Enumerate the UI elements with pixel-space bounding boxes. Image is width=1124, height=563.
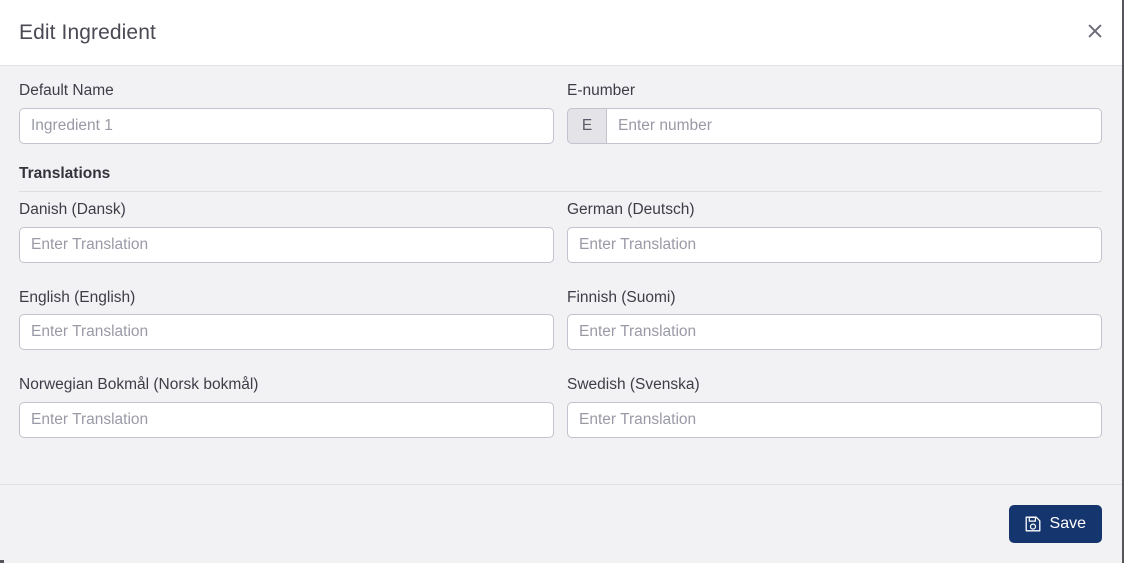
row-translation-1: Danish (Dansk) German (Deutsch) bbox=[19, 201, 1102, 263]
translation-input-finnish[interactable] bbox=[567, 314, 1102, 351]
close-icon-glyph bbox=[1088, 24, 1102, 38]
floppy-disk-icon bbox=[1025, 516, 1040, 532]
save-button-label: Save bbox=[1049, 515, 1086, 532]
close-icon[interactable] bbox=[1084, 20, 1106, 42]
translations-divider bbox=[19, 191, 1102, 193]
dialog-title: Edit Ingredient bbox=[19, 21, 156, 44]
enumber-input[interactable] bbox=[606, 107, 1102, 144]
default-name-label: Default Name bbox=[19, 82, 114, 99]
translation-input-swedish[interactable] bbox=[567, 401, 1102, 438]
field-translation-norwegian: Norwegian Bokmål (Norsk bokmål) bbox=[19, 376, 554, 438]
field-translation-finnish: Finnish (Suomi) bbox=[567, 289, 1102, 351]
translation-input-norwegian[interactable] bbox=[19, 401, 554, 438]
translation-label-german: German (Deutsch) bbox=[567, 201, 695, 219]
translations-heading: Translations bbox=[19, 164, 111, 182]
translation-input-danish[interactable] bbox=[19, 226, 554, 263]
field-default-name: Default Name bbox=[19, 82, 554, 144]
field-enumber: E-number E bbox=[567, 82, 1102, 144]
translation-label-finnish: Finnish (Suomi) bbox=[567, 288, 676, 306]
row-translation-2: English (English) Finnish (Suomi) bbox=[19, 289, 1102, 351]
translation-input-english[interactable] bbox=[19, 314, 554, 351]
row-default-name-enumber: Default Name E-number E bbox=[19, 82, 1102, 144]
save-button[interactable]: Save bbox=[1008, 505, 1102, 543]
enumber-prefix: E bbox=[567, 107, 606, 144]
translation-label-swedish: Swedish (Svenska) bbox=[567, 376, 700, 394]
translation-input-german[interactable] bbox=[567, 226, 1102, 263]
translation-label-english: English (English) bbox=[19, 288, 136, 306]
dialog-footer: Save bbox=[0, 484, 1124, 563]
enumber-input-group: E bbox=[567, 107, 1102, 144]
enumber-label: E-number bbox=[567, 82, 636, 99]
translation-label-norwegian: Norwegian Bokmål (Norsk bokmål) bbox=[19, 376, 259, 394]
edit-ingredient-dialog: Edit Ingredient Default Name E-number E bbox=[0, 0, 1124, 563]
dialog-header: Edit Ingredient bbox=[0, 0, 1124, 66]
dialog-body: Default Name E-number E Translations Dan… bbox=[0, 66, 1124, 484]
translation-label-danish: Danish (Dansk) bbox=[19, 201, 126, 219]
row-translation-3: Norwegian Bokmål (Norsk bokmål) Swedish … bbox=[19, 376, 1102, 438]
field-translation-swedish: Swedish (Svenska) bbox=[567, 376, 1102, 438]
field-translation-english: English (English) bbox=[19, 289, 554, 351]
field-translation-danish: Danish (Dansk) bbox=[19, 201, 554, 263]
default-name-input[interactable] bbox=[19, 107, 554, 144]
field-translation-german: German (Deutsch) bbox=[567, 201, 1102, 263]
